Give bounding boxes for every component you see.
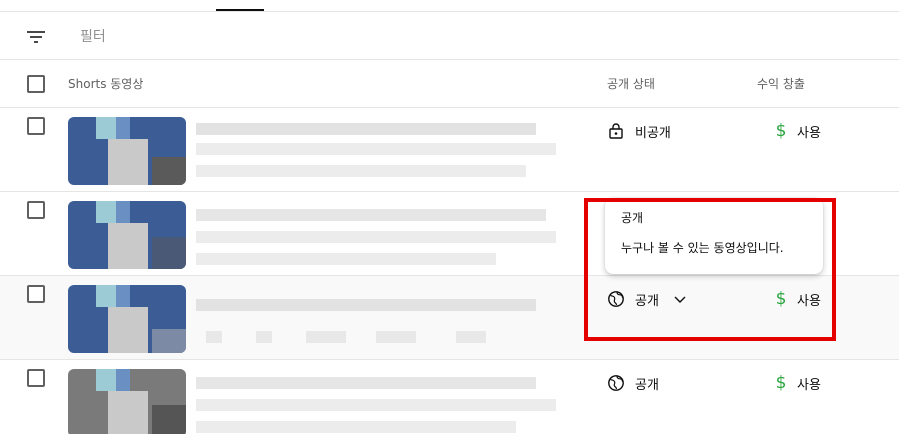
tooltip-title: 공개	[621, 211, 644, 225]
globe-icon	[608, 375, 624, 391]
table-row[interactable]: 공개 $ 사용	[0, 276, 899, 360]
visibility-status[interactable]: 공개	[607, 288, 687, 310]
visibility-status[interactable]: 공개	[607, 372, 659, 394]
monetization-status[interactable]: $ 사용	[773, 288, 821, 310]
visibility-status[interactable]: 비공개	[607, 120, 671, 142]
video-title-redacted[interactable]	[196, 201, 574, 271]
row-checkbox[interactable]	[27, 201, 45, 219]
row-checkbox[interactable]	[27, 285, 45, 303]
visibility-label: 공개	[635, 293, 659, 309]
video-title-redacted[interactable]	[196, 117, 574, 187]
dollar-icon: $	[775, 121, 787, 141]
filter-bar: 필터	[0, 12, 899, 60]
row-checkbox[interactable]	[27, 117, 45, 135]
dollar-icon: $	[775, 373, 787, 393]
chevron-down-icon[interactable]	[673, 292, 687, 306]
video-title-redacted[interactable]	[196, 369, 574, 434]
table-header: Shorts 동영상 공개 상태 수익 창출	[0, 60, 899, 108]
column-header-monetization[interactable]: 수익 창출	[757, 75, 805, 92]
monetization-label: 사용	[797, 377, 821, 393]
column-header-video[interactable]: Shorts 동영상	[68, 75, 143, 92]
monetization-label: 사용	[797, 125, 821, 141]
column-header-visibility[interactable]: 공개 상태	[607, 75, 655, 92]
video-thumbnail[interactable]	[68, 369, 186, 434]
table-row[interactable]: 공개 $ 사용	[0, 360, 899, 434]
visibility-label: 공개	[635, 377, 659, 393]
filter-icon[interactable]	[24, 25, 48, 49]
visibility-label: 비공개	[635, 125, 671, 141]
row-checkbox[interactable]	[27, 369, 45, 387]
video-thumbnail[interactable]	[68, 117, 186, 185]
monetization-status[interactable]: $ 사용	[773, 372, 821, 394]
video-thumbnail[interactable]	[68, 285, 186, 353]
filter-input[interactable]: 필터	[80, 26, 106, 46]
tooltip-description: 누구나 볼 수 있는 동영상입니다.	[621, 241, 784, 255]
monetization-label: 사용	[797, 293, 821, 309]
lock-icon	[609, 123, 623, 139]
visibility-tooltip: 공개 누구나 볼 수 있는 동영상입니다.	[605, 198, 823, 274]
monetization-status[interactable]: $ 사용	[773, 120, 821, 142]
table-row[interactable]: 비공개 $ 사용	[0, 108, 899, 192]
dollar-icon: $	[775, 289, 787, 309]
select-all-checkbox[interactable]	[27, 75, 45, 93]
video-title-redacted[interactable]	[196, 285, 574, 355]
video-thumbnail[interactable]	[68, 201, 186, 269]
globe-icon	[608, 291, 624, 307]
